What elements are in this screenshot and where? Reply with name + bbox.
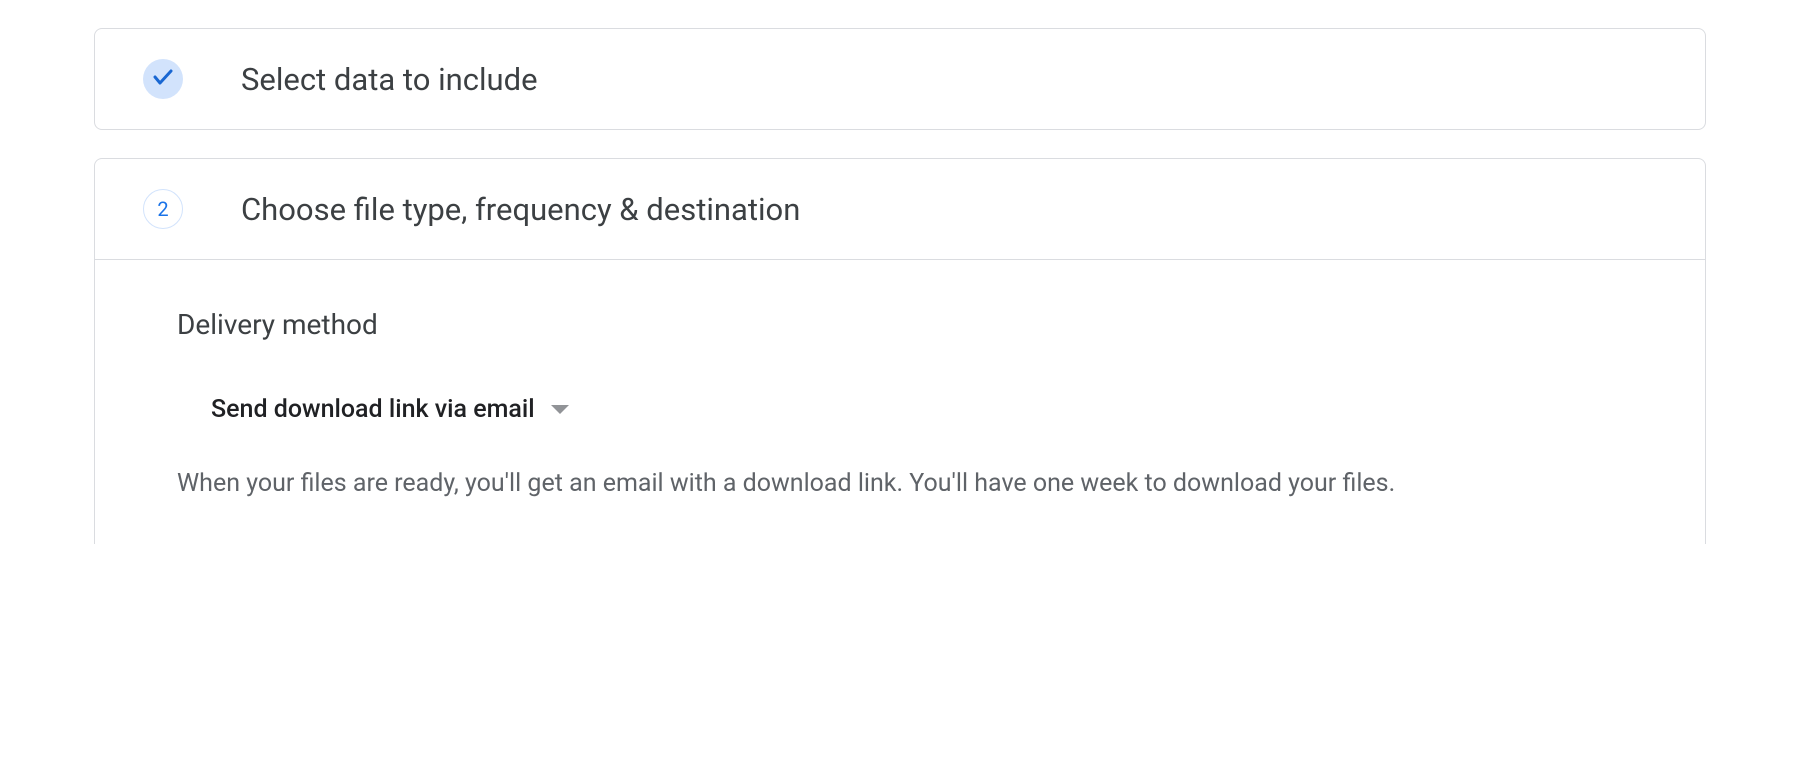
step1-title: Select data to include [241,61,538,98]
step-card-file-type: 2 Choose file type, frequency & destinat… [94,158,1706,544]
delivery-method-selected: Send download link via email [211,395,535,424]
delivery-method-dropdown[interactable]: Send download link via email [177,389,577,430]
step1-header[interactable]: Select data to include [95,29,1705,129]
delivery-method-description: When your files are ready, you'll get an… [177,464,1417,504]
step-card-select-data: Select data to include [94,28,1706,130]
chevron-down-icon [551,405,569,414]
checkmark-icon [151,65,175,93]
step2-header[interactable]: 2 Choose file type, frequency & destinat… [95,159,1705,259]
step1-badge-done [143,59,183,99]
step2-title: Choose file type, frequency & destinatio… [241,191,800,228]
step2-badge-number: 2 [143,189,183,229]
step2-number: 2 [157,197,168,221]
step2-body: Delivery method Send download link via e… [95,259,1705,544]
delivery-method-heading: Delivery method [177,308,1623,341]
